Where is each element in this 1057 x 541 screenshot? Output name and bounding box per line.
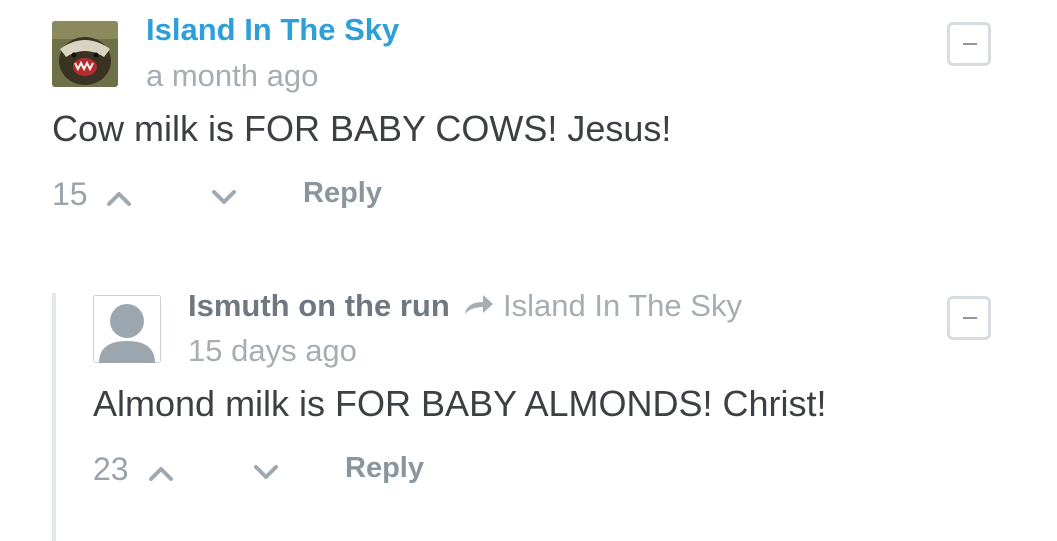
avatar[interactable]: [93, 295, 161, 363]
reply-arrow-icon: [465, 295, 493, 314]
upvote-chevron-icon[interactable]: [146, 461, 176, 485]
parent-author-link[interactable]: Island In The Sky: [503, 288, 742, 324]
author-name[interactable]: Ismuth on the run: [188, 288, 450, 324]
comment-2: Ismuth on the run Island In The Sky 15 d…: [0, 0, 1057, 541]
collapse-button[interactable]: [947, 296, 991, 340]
comments-page: Island In The Sky a month ago Cow milk i…: [0, 0, 1057, 541]
comment-body: Almond milk is FOR BABY ALMONDS! Christ!: [93, 383, 827, 424]
vote-count: 23: [93, 451, 129, 487]
reply-button[interactable]: Reply: [345, 452, 424, 485]
downvote-chevron-icon[interactable]: [251, 460, 281, 484]
default-user-avatar-icon: [93, 295, 161, 363]
minus-icon: [963, 317, 977, 319]
timestamp[interactable]: 15 days ago: [188, 333, 357, 369]
